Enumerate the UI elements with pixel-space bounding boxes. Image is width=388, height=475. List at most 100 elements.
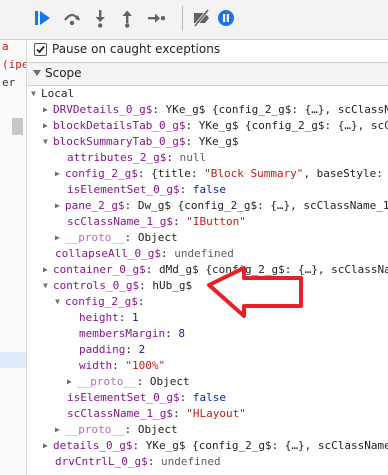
step-over-icon: [64, 13, 80, 26]
step-out-icon: [122, 10, 132, 28]
property-value: YKe_g$: [198, 135, 239, 148]
tree-row[interactable]: ▶ __proto__: Object: [55, 230, 178, 246]
collapsed-triangle-icon: ▶: [55, 425, 60, 434]
step-out-button[interactable]: [115, 6, 139, 30]
property-key: isElementSet_0_g$: [67, 183, 180, 196]
property-separator: :: [147, 455, 161, 468]
collapsed-triangle-icon: ▶: [43, 121, 48, 130]
property-key: membersMargin: [79, 327, 166, 340]
property-separator: :: [124, 199, 138, 212]
tree-row: isElementSet_0_g$: false: [67, 390, 226, 406]
property-value: null: [179, 151, 207, 164]
property-separator: :: [118, 311, 132, 324]
toolbar-separator: [182, 6, 183, 31]
property-value: "IButton": [186, 215, 246, 228]
tree-row[interactable]: ▶ config_2_g$: {title: "Block Summary", b…: [55, 166, 383, 182]
scope-title: Scope: [45, 66, 82, 80]
property-value: undefined: [160, 455, 221, 468]
property-key: scClassName_1_g$: [67, 215, 173, 228]
property-key: config_2_g$: [65, 295, 138, 308]
property-key: height: [79, 311, 119, 324]
property-separator: :: [185, 135, 199, 148]
debugger-sidebar: Pause on caught exceptions Scope ▼ Local …: [27, 40, 388, 475]
property-separator: :: [124, 231, 138, 244]
resume-button[interactable]: [30, 6, 54, 30]
expanded-triangle-icon: ▼: [31, 89, 36, 98]
property-separator: :: [132, 439, 146, 452]
property-value: Object: [137, 423, 178, 436]
tree-row: scClassName_1_g$: "HLayout": [67, 406, 246, 422]
tree-row[interactable]: ▶ details_0_g$: YKe_g$ {config_2_g$: {…},…: [43, 438, 388, 454]
tree-row: membersMargin: 8: [79, 326, 185, 342]
property-key: details_0_g$: [53, 439, 133, 452]
property-key: padding: [79, 343, 126, 356]
property-value: YKe_g$ {config_2_g$: {…}, scClassName: [165, 103, 388, 116]
pause-on-caught-exceptions-label: Pause on caught exceptions: [52, 42, 221, 56]
property-separator: :: [136, 375, 150, 388]
tree-row[interactable]: ▶ __proto__: Object: [67, 374, 190, 390]
pause-on-caught-exceptions-row[interactable]: Pause on caught exceptions: [27, 40, 388, 62]
tree-row: scClassName_1_g$: "IButton": [67, 214, 246, 230]
collapsed-triangle-icon: ▶: [67, 377, 72, 386]
property-separator: :: [179, 183, 193, 196]
property-separator: :: [137, 167, 152, 180]
tree-row-local[interactable]: ▼ Local: [31, 86, 74, 102]
tree-row[interactable]: ▼ config_2_g$:: [55, 294, 144, 310]
expanded-triangle-icon: ▼: [55, 297, 60, 306]
resume-icon: [35, 11, 50, 25]
property-separator: :: [165, 327, 179, 340]
breakpoint-deactivate-icon: [193, 9, 210, 27]
property-value: YKe_g$ {config_2_g$: {…}, scCl: [198, 119, 388, 132]
deactivate-breakpoints-button[interactable]: [190, 6, 214, 30]
tree-row-controls[interactable]: ▼ controls_0_g$: hUb_g$: [43, 278, 192, 294]
tree-row: width: "100%": [79, 358, 165, 374]
step-into-button[interactable]: [88, 6, 112, 30]
tree-row[interactable]: ▼ blockSummaryTab_0_g$: YKe_g$: [43, 134, 238, 150]
step-over-button[interactable]: [60, 6, 84, 30]
property-value: undefined: [174, 247, 234, 260]
property-key: config_2_g$: [65, 167, 138, 180]
property-separator: :: [125, 343, 139, 356]
step-button[interactable]: [144, 6, 168, 30]
property-separator: :: [112, 359, 126, 372]
property-value: "Block Summary": [204, 167, 304, 180]
property-key: width: [79, 359, 113, 372]
property-separator: :: [124, 423, 138, 436]
tree-row: attributes_2_g$: null: [67, 150, 206, 166]
property-separator: :: [139, 279, 153, 292]
pause-on-exceptions-button[interactable]: [214, 6, 238, 30]
property-separator: :: [152, 103, 166, 116]
property-value: YKe_g$ {config_2_g$: {…}, scClassName: [145, 439, 388, 452]
step-icon: [148, 13, 166, 23]
property-separator: :: [172, 407, 187, 420]
collapsed-triangle-icon: ▶: [55, 201, 60, 210]
selected-line: [0, 352, 26, 368]
property-value: "100%": [125, 359, 166, 372]
tree-row[interactable]: ▶ DRVDetails_0_g$: YKe_g$ {config_2_g$: {…: [43, 102, 388, 118]
property-value-prefix: {title:: [151, 167, 205, 180]
property-value: "HLayout": [186, 407, 246, 420]
property-value: Object: [149, 375, 190, 388]
property-key: __proto__: [65, 423, 125, 436]
tree-row: padding: 2: [79, 342, 145, 358]
property-value: 8: [178, 327, 185, 340]
scope-section-header[interactable]: Scope: [27, 62, 388, 86]
pause-on-caught-exceptions-checkbox[interactable]: [34, 43, 47, 56]
property-value: 2: [138, 343, 146, 356]
tree-row[interactable]: ▶ __proto__: Object: [55, 422, 178, 438]
property-value: 1: [132, 311, 139, 324]
property-value: Dw_g$ {config_2_g$: {…}, scClassName_1: [137, 199, 388, 212]
tree-row[interactable]: ▶ blockDetailsTab_0_g$: YKe_g$ {config_2_…: [43, 118, 388, 134]
property-key: DRVDetails_0_g$: [53, 103, 153, 116]
source-panel-edge: a (ipe er: [0, 40, 27, 475]
property-key: scClassName_1_g$: [67, 407, 173, 420]
tree-row: height: 1: [79, 310, 139, 326]
local-scope-label: Local: [41, 87, 75, 100]
scrollbar-thumb[interactable]: [12, 118, 23, 135]
expanded-triangle-icon: ▼: [43, 281, 48, 290]
tree-row[interactable]: ▶ pane_2_g$: Dw_g$ {config_2_g$: {…}, scC…: [55, 198, 388, 214]
tree-row: isElementSet_0_g$: false: [67, 182, 226, 198]
property-key: blockDetailsTab_0_g$: [53, 119, 186, 132]
step-into-icon: [95, 10, 105, 28]
property-key: collapseAll_0_g$: [55, 247, 161, 260]
